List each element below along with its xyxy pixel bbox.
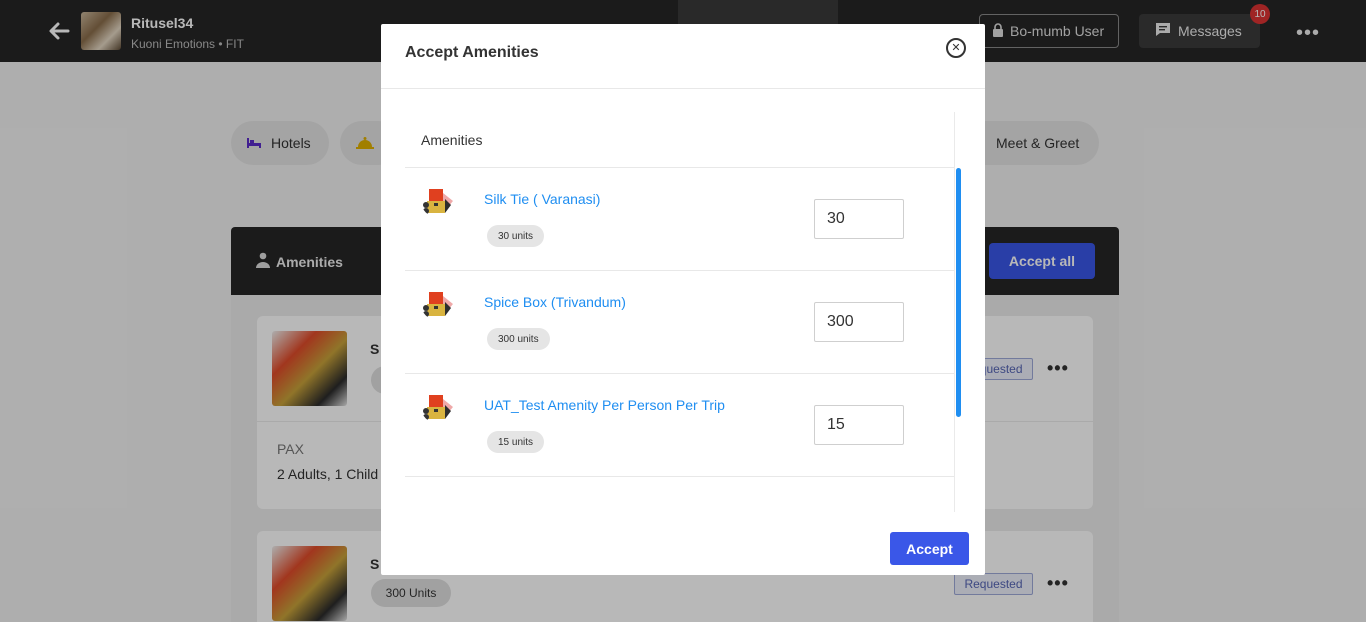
list-scrollbar[interactable] xyxy=(956,168,961,417)
amenity-row: Silk Tie ( Varanasi) 30 units xyxy=(405,168,954,271)
accept-amenities-modal: Accept Amenities ✕ Amenities Silk Tie ( … xyxy=(381,24,985,575)
amenity-row: Spice Box (Trivandum) 300 units xyxy=(405,271,954,374)
close-icon[interactable]: ✕ xyxy=(946,38,966,58)
amenity-units-chip: 15 units xyxy=(487,431,545,453)
modal-title: Accept Amenities xyxy=(405,44,539,61)
gift-box-icon xyxy=(421,185,453,217)
amenity-units-chip: 300 units xyxy=(487,328,550,350)
gift-box-icon xyxy=(421,391,453,423)
amenity-units-chip: 30 units xyxy=(487,225,545,247)
quantity-input[interactable] xyxy=(814,302,904,342)
amenity-name-link[interactable]: Spice Box (Trivandum) xyxy=(484,294,626,310)
accept-button[interactable]: Accept xyxy=(890,532,969,565)
quantity-input[interactable] xyxy=(814,405,904,445)
modal-header-divider xyxy=(381,88,985,89)
gift-box-icon xyxy=(421,288,453,320)
quantity-input[interactable] xyxy=(814,199,904,239)
amenity-row: UAT_Test Amenity Per Person Per Trip 15 … xyxy=(405,374,954,477)
list-header: Amenities xyxy=(421,132,483,148)
amenity-name-link[interactable]: UAT_Test Amenity Per Person Per Trip xyxy=(484,397,725,413)
amenity-name-link[interactable]: Silk Tie ( Varanasi) xyxy=(484,191,600,207)
list-scroll-border xyxy=(954,112,955,512)
